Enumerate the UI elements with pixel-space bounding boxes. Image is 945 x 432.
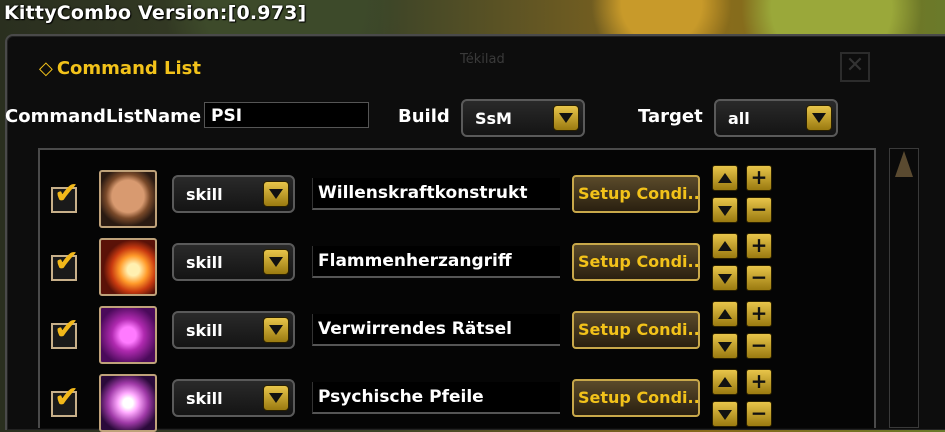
build-dropdown[interactable]: SsM [461, 99, 585, 137]
setup-conditions-button[interactable]: Setup Condi... [572, 311, 700, 349]
chevron-down-icon[interactable] [806, 105, 832, 131]
move-up-button[interactable] [712, 301, 738, 327]
chevron-down-icon[interactable] [263, 249, 289, 275]
command-row: ✔ skill Verwirrendes Rätsel Setup Condi.… [0, 299, 945, 364]
command-type-dropdown[interactable]: skill [172, 379, 295, 417]
command-type-value: skill [186, 253, 223, 272]
target-label: Target [638, 106, 703, 127]
command-type-dropdown[interactable]: skill [172, 175, 295, 213]
add-button[interactable]: + [746, 301, 772, 327]
minus-icon: − [750, 197, 768, 221]
command-type-value: skill [186, 389, 223, 408]
flammenherz-skill-icon [99, 238, 157, 296]
app-title: KittyCombo Version:[0.973] [4, 2, 307, 24]
chevron-down-icon[interactable] [263, 181, 289, 207]
enable-checkbox[interactable]: ✔ [51, 383, 79, 417]
pfeile-skill-icon [99, 374, 157, 432]
chevron-down-icon[interactable] [263, 317, 289, 343]
willenskraft-skill-icon [99, 170, 157, 228]
move-up-button[interactable] [712, 165, 738, 191]
setup-conditions-button[interactable]: Setup Condi... [572, 175, 700, 213]
remove-button[interactable]: − [746, 265, 772, 291]
background-close-icon: ✕ [840, 52, 870, 82]
command-type-value: skill [186, 185, 223, 204]
background-window-title: Tékilad [460, 52, 505, 67]
raetsel-skill-icon [99, 306, 157, 364]
minus-icon: − [750, 333, 768, 357]
move-up-button[interactable] [712, 369, 738, 395]
enable-checkbox[interactable]: ✔ [51, 315, 79, 349]
move-down-button[interactable] [712, 333, 738, 359]
minus-icon: − [750, 265, 768, 289]
command-list-name-label: CommandListName [5, 106, 202, 127]
move-down-button[interactable] [712, 197, 738, 223]
skill-name-field[interactable]: Verwirrendes Rätsel [312, 314, 560, 346]
checkmark-icon: ✔ [54, 312, 80, 347]
add-button[interactable]: + [746, 165, 772, 191]
plus-icon: + [750, 165, 768, 189]
command-type-dropdown[interactable]: skill [172, 243, 295, 281]
remove-button[interactable]: − [746, 197, 772, 223]
remove-button[interactable]: − [746, 333, 772, 359]
setup-conditions-button[interactable]: Setup Condi... [572, 243, 700, 281]
add-button[interactable]: + [746, 369, 772, 395]
command-type-dropdown[interactable]: skill [172, 311, 295, 349]
checkmark-icon: ✔ [54, 380, 80, 415]
setup-conditions-button[interactable]: Setup Condi... [572, 379, 700, 417]
target-dropdown-value: all [728, 109, 750, 128]
window-header-label: Command List [56, 58, 202, 79]
move-down-button[interactable] [712, 265, 738, 291]
chevron-down-icon[interactable] [263, 385, 289, 411]
move-down-button[interactable] [712, 401, 738, 427]
plus-icon: + [750, 369, 768, 393]
add-button[interactable]: + [746, 233, 772, 259]
command-row: ✔ skill Willenskraftkonstrukt Setup Cond… [0, 163, 945, 228]
move-up-button[interactable] [712, 233, 738, 259]
enable-checkbox[interactable]: ✔ [51, 247, 79, 281]
build-dropdown-value: SsM [475, 109, 512, 128]
skill-name-field[interactable]: Flammenherzangriff [312, 246, 560, 278]
diamond-icon: ◇ [39, 58, 53, 79]
target-dropdown[interactable]: all [714, 99, 838, 137]
chevron-down-icon[interactable] [553, 105, 579, 131]
skill-name-field[interactable]: Psychische Pfeile [312, 382, 560, 414]
command-type-value: skill [186, 321, 223, 340]
window-header: ◇ Command List [39, 58, 201, 79]
enable-checkbox[interactable]: ✔ [51, 179, 79, 213]
skill-name-field[interactable]: Willenskraftkonstrukt [312, 178, 560, 210]
minus-icon: − [750, 401, 768, 425]
remove-button[interactable]: − [746, 401, 772, 427]
plus-icon: + [750, 301, 768, 325]
command-row: ✔ skill Flammenherzangriff Setup Condi..… [0, 231, 945, 296]
plus-icon: + [750, 233, 768, 257]
checkmark-icon: ✔ [54, 244, 80, 279]
command-list-name-input[interactable]: PSI [204, 102, 369, 128]
checkmark-icon: ✔ [54, 176, 80, 211]
build-label: Build [398, 106, 450, 127]
command-row: ✔ skill Psychische Pfeile Setup Condi...… [0, 367, 945, 432]
